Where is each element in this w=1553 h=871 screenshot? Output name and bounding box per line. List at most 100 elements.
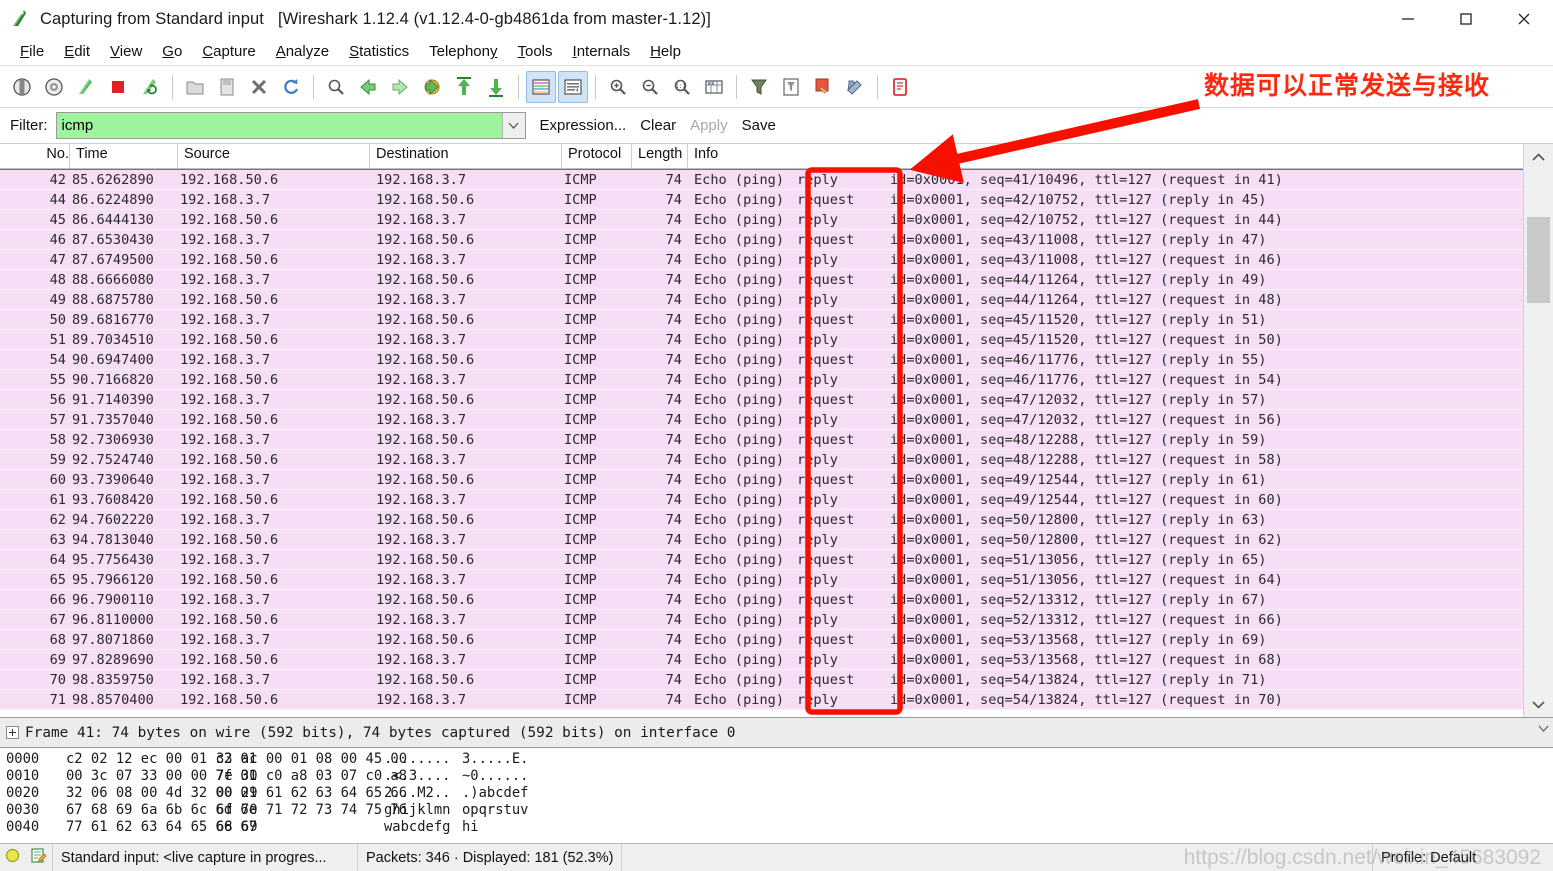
reload-file-icon[interactable] [276,71,306,103]
table-row[interactable]: 44 86.6224890 192.168.3.7 192.168.50.6 ICMP 7… [0,190,1523,210]
column-header-time[interactable]: Time [70,144,178,168]
capture-filters-icon[interactable] [744,71,774,103]
preferences-icon[interactable] [840,71,870,103]
capture-options-icon[interactable] [39,71,69,103]
interfaces-icon[interactable] [7,71,37,103]
hex-dump-row[interactable]: 0010 00 3c 07 33 00 00 7f 01 7e 30 c0 a8 0… [6,768,1553,785]
table-row[interactable]: 64 95.7756430 192.168.3.7 192.168.50.6 ICMP 7… [0,550,1523,570]
restart-capture-icon[interactable] [135,71,165,103]
expert-info-circle-icon[interactable] [5,848,20,867]
packet-details-pane[interactable]: Frame 41: 74 bytes on wire (592 bits), 7… [0,717,1553,747]
zoom-in-icon[interactable] [603,71,633,103]
normal-size-icon[interactable]: 1:1 [667,71,697,103]
table-row[interactable]: 48 88.6666080 192.168.3.7 192.168.50.6 ICMP 7… [0,270,1523,290]
table-row[interactable]: 69 97.8289690 192.168.50.6 192.168.3.7 ICMP 7… [0,650,1523,670]
menu-go[interactable]: Go [152,40,192,63]
menu-help[interactable]: Help [640,40,691,63]
go-to-packet-icon[interactable] [417,71,447,103]
table-row[interactable]: 60 93.7390640 192.168.3.7 192.168.50.6 ICMP 7… [0,470,1523,490]
menu-capture[interactable]: Capture [192,40,265,63]
hex-dump-row[interactable]: 0030 67 68 69 6a 6b 6c 6d 6e 6f 70 71 72 7… [6,802,1553,819]
packet-bytes-pane[interactable]: 0000 c2 02 12 ec 00 01 c2 01 33 ac 00 01 0… [0,747,1553,843]
auto-scroll-live-capture-icon[interactable] [558,70,588,103]
minimize-button[interactable] [1379,0,1437,38]
coloring-rules-icon[interactable] [808,71,838,103]
menu-tools[interactable]: Tools [508,40,563,63]
table-row[interactable]: 50 89.6816770 192.168.3.7 192.168.50.6 ICMP 7… [0,310,1523,330]
table-row[interactable]: 58 92.7306930 192.168.3.7 192.168.50.6 ICMP 7… [0,430,1523,450]
expression-button[interactable]: Expression... [540,117,627,134]
column-header-no[interactable]: No. [0,144,70,168]
close-button[interactable] [1495,0,1553,38]
apply-filter-button[interactable]: Apply [690,117,728,134]
table-row[interactable]: 42 85.6262890 192.168.50.6 192.168.3.7 ICMP 7… [0,170,1523,190]
table-row[interactable]: 55 90.7166820 192.168.50.6 192.168.3.7 ICMP 7… [0,370,1523,390]
column-header-length[interactable]: Length [632,144,688,168]
menu-view[interactable]: View [100,40,152,63]
table-row[interactable]: 46 87.6530430 192.168.3.7 192.168.50.6 ICMP 7… [0,230,1523,250]
resize-columns-icon[interactable] [699,71,729,103]
scrollbar-thumb[interactable] [1527,217,1550,303]
save-file-icon[interactable] [212,71,242,103]
table-row[interactable]: 70 98.8359750 192.168.3.7 192.168.50.6 ICMP 7… [0,670,1523,690]
table-row[interactable]: 62 94.7602220 192.168.3.7 192.168.50.6 ICMP 7… [0,510,1523,530]
chevron-down-icon[interactable] [1524,692,1553,717]
capture-comment-icon[interactable] [30,847,47,868]
open-file-icon[interactable] [180,71,210,103]
go-back-icon[interactable] [353,71,383,103]
save-filter-button[interactable]: Save [742,117,776,134]
profile-status-text[interactable]: Profile: Default [1373,844,1553,871]
menu-edit[interactable]: Edit [54,40,100,63]
detail-scroll-down-icon[interactable] [1538,724,1549,735]
cell-protocol: ICMP [564,172,597,188]
column-header-protocol[interactable]: Protocol [562,144,632,168]
menu-statistics[interactable]: Statistics [339,40,419,63]
plus-box-icon[interactable] [6,726,19,739]
table-row[interactable]: 56 91.7140390 192.168.3.7 192.168.50.6 ICMP 7… [0,390,1523,410]
chevron-down-icon[interactable] [501,113,525,138]
column-header-info[interactable]: Info [688,144,1523,168]
go-forward-icon[interactable] [385,71,415,103]
column-header-destination[interactable]: Destination [370,144,562,168]
hex-dump-row[interactable]: 0040 77 61 62 63 64 65 66 67 68 69 wabcdefg… [6,819,1553,836]
table-row[interactable]: 45 86.6444130 192.168.50.6 192.168.3.7 ICMP 7… [0,210,1523,230]
table-row[interactable]: 63 94.7813040 192.168.50.6 192.168.3.7 ICMP 7… [0,530,1523,550]
table-row[interactable]: 49 88.6875780 192.168.50.6 192.168.3.7 ICMP 7… [0,290,1523,310]
chevron-up-icon[interactable] [1524,144,1553,169]
cell-info-detail: id=0x0001, seq=52/13312, ttl=127 (reques… [890,612,1283,628]
start-capture-icon[interactable] [71,71,101,103]
column-header-source[interactable]: Source [178,144,370,168]
table-row[interactable]: 51 89.7034510 192.168.50.6 192.168.3.7 ICMP 7… [0,330,1523,350]
clear-filter-button[interactable]: Clear [640,117,676,134]
hex-dump-row[interactable]: 0000 c2 02 12 ec 00 01 c2 01 33 ac 00 01 0… [6,751,1553,768]
maximize-button[interactable] [1437,0,1495,38]
packet-list-scrollbar[interactable] [1523,144,1553,717]
display-filters-icon[interactable] [776,71,806,103]
table-row[interactable]: 67 96.8110000 192.168.50.6 192.168.3.7 ICMP 7… [0,610,1523,630]
table-row[interactable]: 57 91.7357040 192.168.50.6 192.168.3.7 ICMP 7… [0,410,1523,430]
go-to-last-packet-icon[interactable] [481,71,511,103]
filter-input[interactable] [56,113,502,138]
table-row[interactable]: 66 96.7900110 192.168.3.7 192.168.50.6 ICMP 7… [0,590,1523,610]
zoom-out-icon[interactable] [635,71,665,103]
table-row[interactable]: 47 87.6749500 192.168.50.6 192.168.3.7 ICMP 7… [0,250,1523,270]
table-row[interactable]: 68 97.8071860 192.168.3.7 192.168.50.6 ICMP 7… [0,630,1523,650]
close-file-icon[interactable] [244,71,274,103]
find-packet-icon[interactable] [321,71,351,103]
table-row[interactable]: 61 93.7608420 192.168.50.6 192.168.3.7 ICMP 7… [0,490,1523,510]
help-contents-icon[interactable] [885,71,915,103]
table-row[interactable]: 65 95.7966120 192.168.50.6 192.168.3.7 ICMP 7… [0,570,1523,590]
stop-capture-icon[interactable] [103,71,133,103]
menu-telephony[interactable]: Telephony [419,40,507,63]
table-row[interactable]: 59 92.7524740 192.168.50.6 192.168.3.7 ICMP 7… [0,450,1523,470]
colorize-packet-list-icon[interactable] [526,70,556,103]
go-to-first-packet-icon[interactable] [449,71,479,103]
cell-length: 74 [665,632,682,648]
table-row[interactable]: 71 98.8570400 192.168.50.6 192.168.3.7 ICMP 7… [0,690,1523,710]
menu-analyze[interactable]: Analyze [266,40,339,63]
hex-dump-row[interactable]: 0020 32 06 08 00 4d 32 00 01 00 29 61 62 6… [6,785,1553,802]
scrollbar-track[interactable] [1524,169,1553,692]
menu-internals[interactable]: Internals [563,40,641,63]
table-row[interactable]: 54 90.6947400 192.168.3.7 192.168.50.6 ICMP 7… [0,350,1523,370]
menu-file[interactable]: File [10,40,54,63]
